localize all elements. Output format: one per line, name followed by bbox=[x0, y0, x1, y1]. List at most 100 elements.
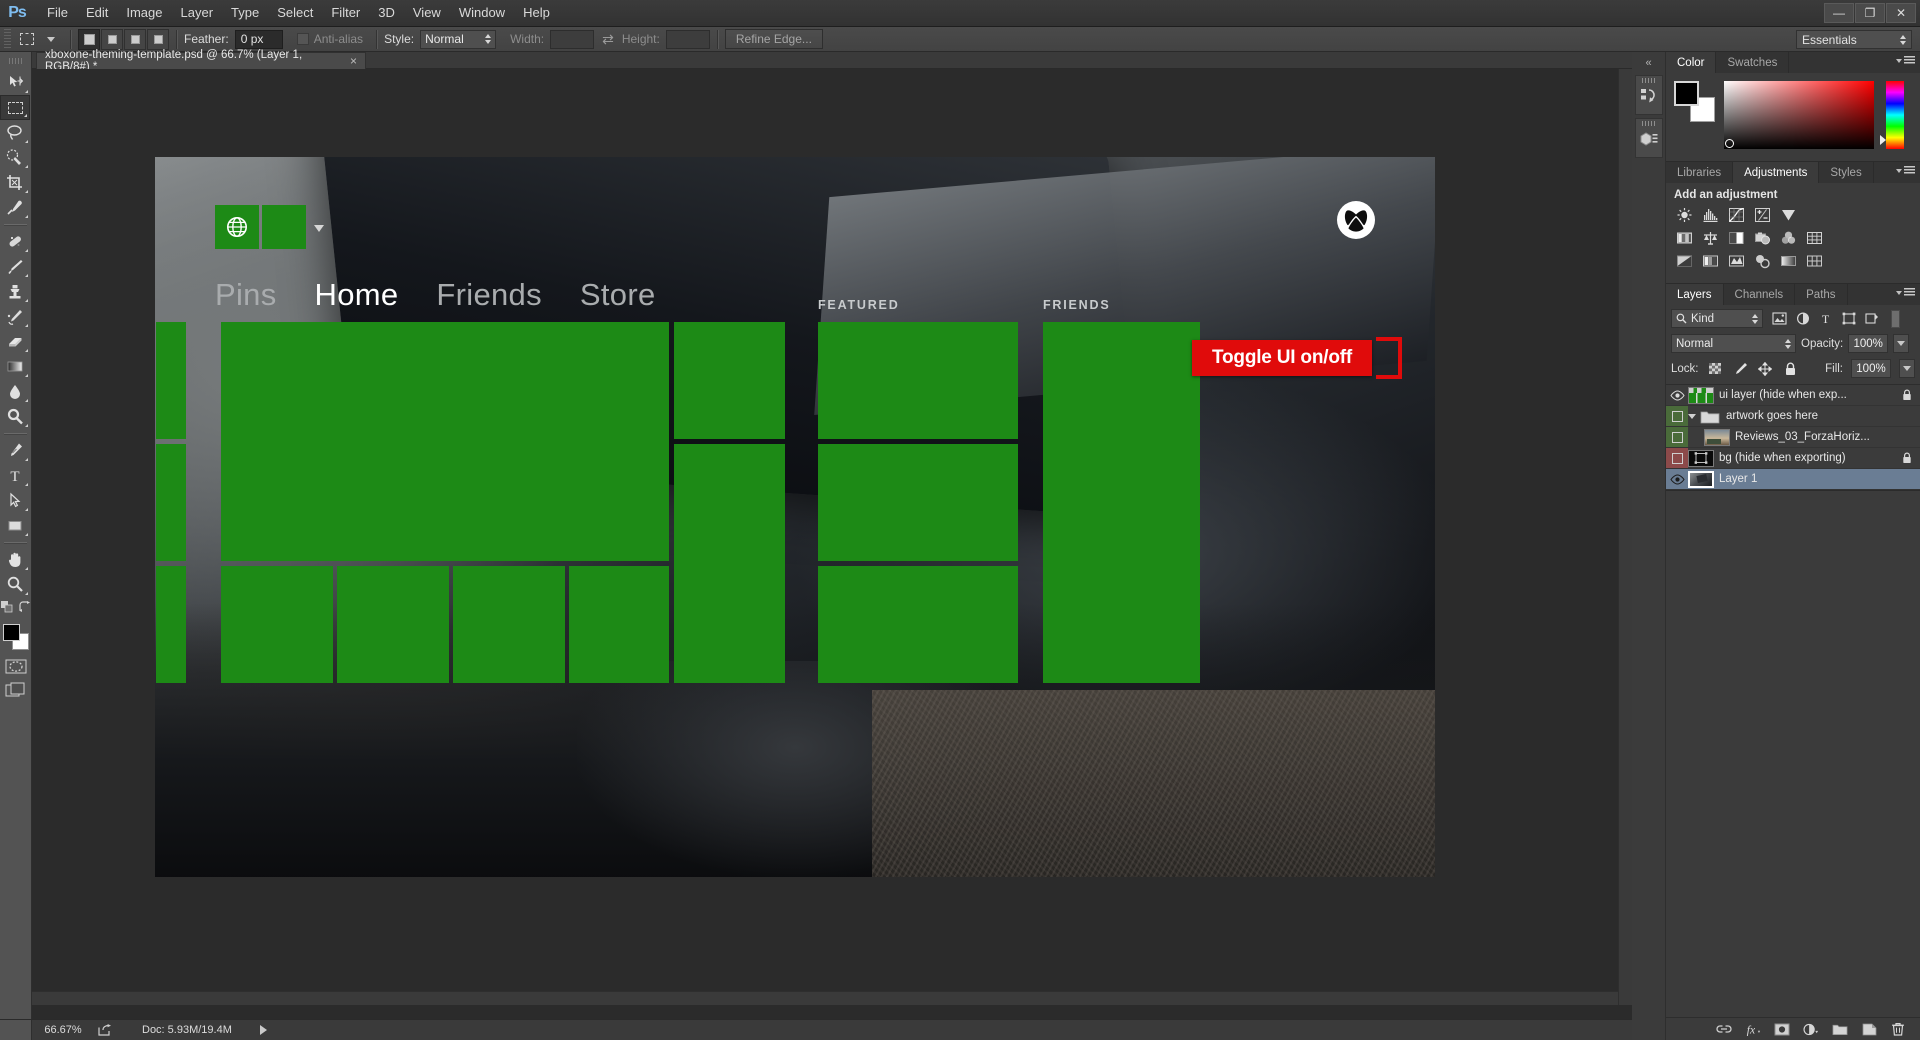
table-row[interactable]: Layer 1 bbox=[1666, 469, 1920, 490]
color-foreground-swatch[interactable] bbox=[1674, 81, 1699, 106]
menu-window[interactable]: Window bbox=[450, 1, 514, 26]
nav-friends[interactable]: Friends bbox=[436, 277, 541, 313]
lock-position-icon[interactable] bbox=[1757, 361, 1774, 377]
map-icon[interactable] bbox=[1804, 252, 1824, 270]
nav-home[interactable]: Home bbox=[315, 277, 399, 313]
tile-left-sliver-1[interactable] bbox=[156, 322, 186, 439]
anti-alias-checkbox[interactable] bbox=[297, 33, 309, 45]
layer-visibility-toggle[interactable] bbox=[1666, 406, 1688, 426]
layer-name[interactable]: Reviews_03_ForzaHoriz... bbox=[1735, 431, 1920, 443]
filter-kind-select[interactable]: Kind bbox=[1671, 309, 1763, 328]
channel-mixer-icon[interactable] bbox=[1778, 229, 1798, 247]
menu-select[interactable]: Select bbox=[268, 1, 322, 26]
canvas-vertical-scrollbar[interactable] bbox=[1618, 69, 1632, 1005]
new-selection-button[interactable] bbox=[78, 29, 100, 50]
close-icon[interactable]: ✕ bbox=[1886, 3, 1916, 23]
add-layer-mask-icon[interactable] bbox=[1774, 1021, 1790, 1037]
width-input[interactable] bbox=[550, 30, 594, 49]
menu-view[interactable]: View bbox=[404, 1, 450, 26]
menu-edit[interactable]: Edit bbox=[77, 1, 117, 26]
tile-featured-2[interactable] bbox=[818, 444, 1018, 561]
crop-tool[interactable] bbox=[0, 170, 30, 195]
tab-channels[interactable]: Channels bbox=[1724, 284, 1796, 305]
height-input[interactable] bbox=[666, 30, 710, 49]
document-tab[interactable]: xboxone-theming-template.psd @ 66.7% (La… bbox=[36, 52, 366, 69]
menu-help[interactable]: Help bbox=[514, 1, 559, 26]
clone-stamp-tool[interactable] bbox=[0, 279, 30, 304]
type-layers-icon[interactable]: T bbox=[1817, 311, 1834, 327]
curves-icon[interactable] bbox=[1726, 206, 1746, 224]
properties-panel-icon[interactable] bbox=[1635, 118, 1663, 158]
type-tool[interactable]: T bbox=[0, 463, 30, 488]
screen-mode-icon[interactable] bbox=[3, 680, 29, 700]
blend-mode-select[interactable]: Normal bbox=[1671, 334, 1796, 353]
table-row[interactable]: artwork goes here bbox=[1666, 406, 1920, 427]
layer-visibility-toggle[interactable] bbox=[1666, 448, 1688, 468]
foreground-color-swatch[interactable] bbox=[3, 624, 20, 641]
zoom-level[interactable]: 66.67% bbox=[32, 1024, 94, 1036]
layer-visibility-toggle[interactable] bbox=[1666, 469, 1688, 490]
default-colors-icon[interactable] bbox=[1, 601, 13, 616]
color-panel-swatches[interactable] bbox=[1674, 81, 1716, 123]
gradient-map-icon[interactable] bbox=[1778, 252, 1798, 270]
lock-transparent-pixels-icon[interactable] bbox=[1707, 361, 1724, 377]
style-select[interactable]: Normal bbox=[420, 30, 496, 49]
refine-edge-button[interactable]: Refine Edge... bbox=[725, 29, 823, 49]
pen-tool[interactable] bbox=[0, 438, 30, 463]
delete-layer-icon[interactable] bbox=[1890, 1021, 1906, 1037]
levels-icon[interactable] bbox=[1700, 206, 1720, 224]
hue-saturation-icon[interactable] bbox=[1674, 229, 1694, 247]
expand-group-icon[interactable] bbox=[1688, 414, 1696, 419]
tile-mid-1[interactable] bbox=[674, 322, 785, 439]
quick-selection-tool[interactable] bbox=[0, 145, 30, 170]
filter-toggle-switch[interactable] bbox=[1891, 310, 1900, 328]
eyedropper-tool[interactable] bbox=[0, 195, 30, 220]
tab-libraries[interactable]: Libraries bbox=[1666, 162, 1733, 183]
play-arrow-icon[interactable] bbox=[260, 1025, 267, 1035]
menu-image[interactable]: Image bbox=[117, 1, 171, 26]
account-badge[interactable] bbox=[215, 205, 324, 249]
tile-featured-3[interactable] bbox=[818, 566, 1018, 683]
tile-bottom-2[interactable] bbox=[337, 566, 449, 683]
tile-bottom-4[interactable] bbox=[569, 566, 669, 683]
black-and-white-icon[interactable] bbox=[1726, 229, 1746, 247]
shape-layers-icon[interactable] bbox=[1840, 311, 1857, 327]
subtract-from-selection-button[interactable] bbox=[124, 29, 146, 50]
lasso-tool[interactable] bbox=[0, 120, 30, 145]
nav-pins[interactable]: Pins bbox=[215, 277, 277, 313]
history-brush-tool[interactable] bbox=[0, 304, 30, 329]
gradient-tool[interactable] bbox=[0, 354, 30, 379]
dodge-tool[interactable] bbox=[0, 404, 30, 429]
opacity-value[interactable]: 100% bbox=[1848, 334, 1888, 353]
blur-tool[interactable] bbox=[0, 379, 30, 404]
tab-adjustments[interactable]: Adjustments bbox=[1733, 162, 1819, 183]
tab-layers[interactable]: Layers bbox=[1666, 284, 1724, 305]
close-tab-icon[interactable]: × bbox=[350, 54, 357, 68]
new-layer-icon[interactable] bbox=[1861, 1021, 1877, 1037]
brush-tool[interactable] bbox=[0, 254, 30, 279]
eraser-tool[interactable] bbox=[0, 329, 30, 354]
layer-thumbnail[interactable] bbox=[1704, 429, 1730, 446]
layer-name[interactable]: ui layer (hide when exp... bbox=[1719, 389, 1898, 401]
swap-colors-icon[interactable] bbox=[19, 601, 31, 616]
move-tool[interactable] bbox=[0, 70, 30, 95]
layer-name[interactable]: bg (hide when exporting) bbox=[1719, 452, 1898, 464]
document-artboard[interactable]: Pins Home Friends Store FEATURED bbox=[155, 157, 1435, 877]
fill-value[interactable]: 100% bbox=[1851, 359, 1891, 378]
tile-left-sliver-2[interactable] bbox=[156, 444, 186, 561]
rectangular-marquee-icon[interactable] bbox=[15, 29, 39, 50]
canvas-area[interactable]: Pins Home Friends Store FEATURED bbox=[32, 69, 1632, 1019]
hue-slider[interactable] bbox=[1886, 81, 1904, 149]
table-row[interactable]: ui layer (hide when exp... bbox=[1666, 385, 1920, 406]
fill-dropdown-icon[interactable] bbox=[1899, 359, 1915, 378]
posterize-icon[interactable] bbox=[1700, 252, 1720, 270]
canvas-horizontal-scrollbar[interactable] bbox=[32, 991, 1618, 1005]
tools-panel-grip[interactable] bbox=[9, 58, 23, 64]
tab-paths[interactable]: Paths bbox=[1795, 284, 1847, 305]
layer-style-fx-icon[interactable]: fx bbox=[1745, 1021, 1761, 1037]
tab-color[interactable]: Color bbox=[1666, 52, 1716, 73]
globe-icon[interactable] bbox=[215, 205, 259, 249]
tool-preset-chevron-down-icon[interactable] bbox=[39, 29, 63, 50]
swap-dimensions-icon[interactable]: ⇄ bbox=[602, 31, 614, 48]
color-balance-icon[interactable] bbox=[1700, 229, 1720, 247]
